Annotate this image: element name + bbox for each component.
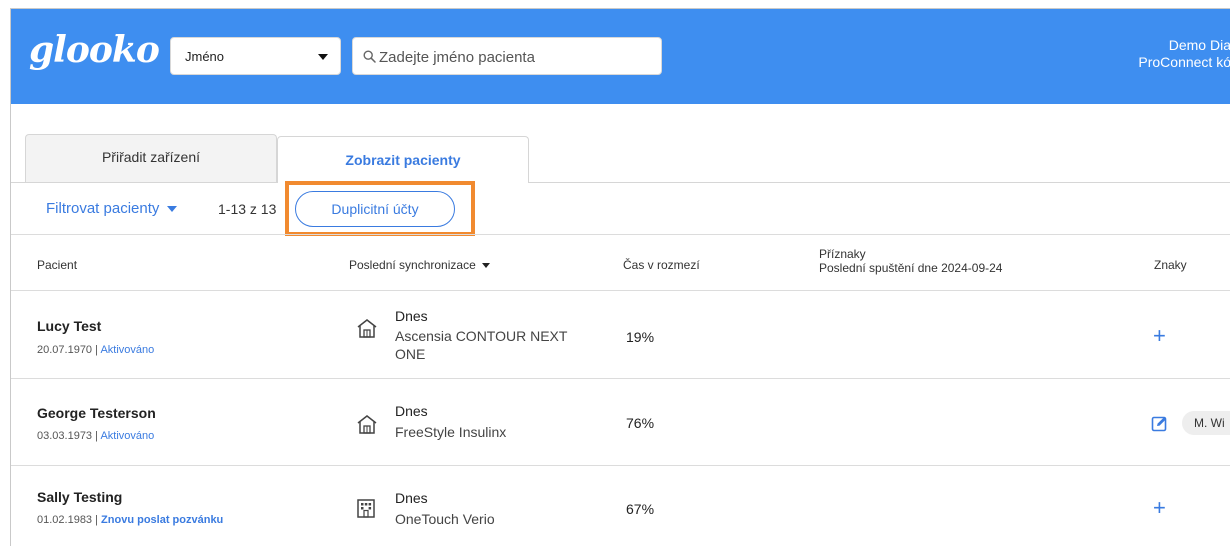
user-info[interactable]: Demo Dia ProConnect kó — [1101, 37, 1230, 71]
search-by-select[interactable]: Jméno — [170, 37, 341, 75]
add-tag-plus-icon[interactable]: + — [1153, 325, 1166, 347]
column-header-flags: Příznaky Poslední spuštění dne 2024-09-2… — [819, 247, 1002, 275]
device-name: FreeStyle Insulinx — [395, 424, 507, 440]
flags-title: Příznaky — [819, 247, 866, 261]
search-icon — [363, 50, 376, 63]
sync-date: Dnes — [395, 403, 428, 419]
filter-patients-dropdown[interactable]: Filtrovat pacienty — [46, 200, 178, 217]
resend-invite-link[interactable]: Znovu poslat pozvánku — [101, 514, 223, 526]
column-header-time-in-range[interactable]: Čas v rozmezí — [623, 258, 700, 272]
patient-dob: 01.02.1983 — [37, 514, 93, 526]
user-name: Demo Dia — [1168, 37, 1230, 53]
patient-search-input[interactable] — [379, 47, 649, 67]
patient-name[interactable]: Sally Testing — [37, 489, 122, 505]
sort-down-icon — [481, 263, 490, 269]
patient-dob: 03.03.1973 — [37, 430, 93, 442]
flags-last-run: Poslední spuštění dne 2024-09-24 — [819, 261, 1003, 275]
device-name: OneTouch Verio — [395, 511, 495, 527]
tag-chip[interactable]: M. Wi — [1182, 411, 1230, 435]
app-frame: glooko Jméno Demo Dia ProConnect kó Přiř… — [10, 8, 1230, 546]
patient-count: 1-13 z 13 — [218, 201, 277, 217]
patient-name[interactable]: George Testerson — [37, 405, 156, 421]
divider — [11, 234, 1230, 235]
time-in-range-value: 19% — [626, 329, 655, 345]
divider — [11, 290, 1230, 291]
patient-meta: 01.02.1983 | Znovu poslat pozvánku — [37, 514, 224, 526]
patient-name[interactable]: Lucy Test — [37, 318, 101, 334]
column-header-tags: Znaky — [1154, 258, 1187, 272]
add-tag-plus-icon[interactable]: + — [1153, 497, 1166, 519]
proconnect-code: ProConnect kó — [1138, 54, 1230, 70]
tab-assign-device[interactable]: Přiřadit zařízení — [25, 134, 277, 182]
patient-dob: 20.07.1970 — [37, 344, 93, 356]
home-icon — [356, 317, 378, 344]
last-sync-label: Poslední synchronizace — [349, 258, 476, 272]
glooko-logo[interactable]: glooko — [29, 29, 160, 71]
sync-date: Dnes — [395, 490, 428, 506]
patient-status[interactable]: Aktivováno — [100, 430, 154, 442]
search-by-value: Jméno — [185, 49, 225, 64]
patient-status[interactable]: Aktivováno — [100, 344, 154, 356]
filter-patients-label: Filtrovat pacienty — [46, 200, 160, 217]
patient-meta: 20.07.1970 | Aktivováno — [37, 344, 155, 356]
time-in-range-value: 67% — [626, 501, 655, 517]
chevron-down-icon — [318, 54, 328, 60]
home-icon — [356, 413, 378, 440]
patient-search[interactable] — [352, 37, 662, 75]
tab-view-patients[interactable]: Zobrazit pacienty — [277, 136, 529, 183]
divider — [11, 465, 1230, 466]
chevron-down-icon — [167, 206, 178, 213]
sync-date: Dnes — [395, 308, 428, 324]
top-bar: glooko Jméno Demo Dia ProConnect kó — [11, 9, 1230, 104]
patient-meta: 03.03.1973 | Aktivováno — [37, 430, 155, 442]
tab-divider — [11, 182, 1230, 183]
column-header-last-sync[interactable]: Poslední synchronizace — [349, 258, 490, 272]
device-name: Ascensia CONTOUR NEXT ONE — [395, 328, 568, 362]
duplicate-accounts-button[interactable]: Duplicitní účty — [295, 191, 455, 227]
column-header-patient[interactable]: Pacient — [37, 258, 77, 272]
edit-icon[interactable] — [1151, 415, 1168, 437]
clinic-building-icon — [356, 497, 376, 524]
divider — [11, 378, 1230, 379]
time-in-range-value: 76% — [626, 415, 655, 431]
